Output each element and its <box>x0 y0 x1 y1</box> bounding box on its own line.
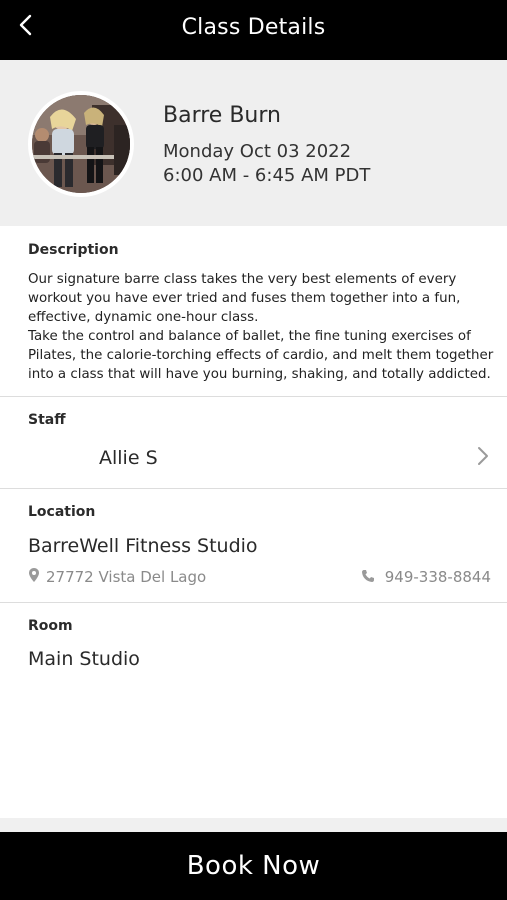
staff-label: Staff <box>28 412 66 428</box>
divider <box>0 602 507 603</box>
footer-spacer <box>0 818 507 832</box>
room-name: Main Studio <box>28 648 140 670</box>
class-name: Barre Burn <box>163 103 281 128</box>
location-name: BarreWell Fitness Studio <box>28 535 258 557</box>
description-label: Description <box>28 242 119 258</box>
address-link[interactable]: 27772 Vista Del Lago <box>28 566 206 588</box>
staff-name: Allie S <box>99 447 158 469</box>
room-label: Room <box>28 618 73 634</box>
class-summary: Barre Burn Monday Oct 03 2022 6:00 AM - … <box>0 60 507 226</box>
location-label: Location <box>28 504 96 520</box>
address-text: 27772 Vista Del Lago <box>46 568 207 586</box>
class-time: 6:00 AM - 6:45 AM PDT <box>163 165 371 186</box>
phone-link[interactable]: 949-338-8844 <box>361 566 491 588</box>
page-title: Class Details <box>181 15 326 40</box>
class-date: Monday Oct 03 2022 <box>163 141 352 162</box>
phone-icon <box>361 568 375 587</box>
description-text: Our signature barre class takes the very… <box>28 270 496 384</box>
phone-text: 949-338-8844 <box>384 568 491 586</box>
chevron-right-icon <box>473 444 493 468</box>
book-now-button[interactable]: Book Now <box>0 832 507 900</box>
divider <box>0 396 507 397</box>
map-pin-icon <box>28 567 40 587</box>
description-paragraph: Our signature barre class takes the very… <box>28 272 461 325</box>
divider <box>0 488 507 489</box>
class-photo <box>28 91 134 197</box>
staff-row[interactable]: Allie S <box>0 432 507 484</box>
description-paragraph: Take the control and balance of ballet, … <box>28 329 494 382</box>
app-header: Class Details <box>0 0 507 60</box>
